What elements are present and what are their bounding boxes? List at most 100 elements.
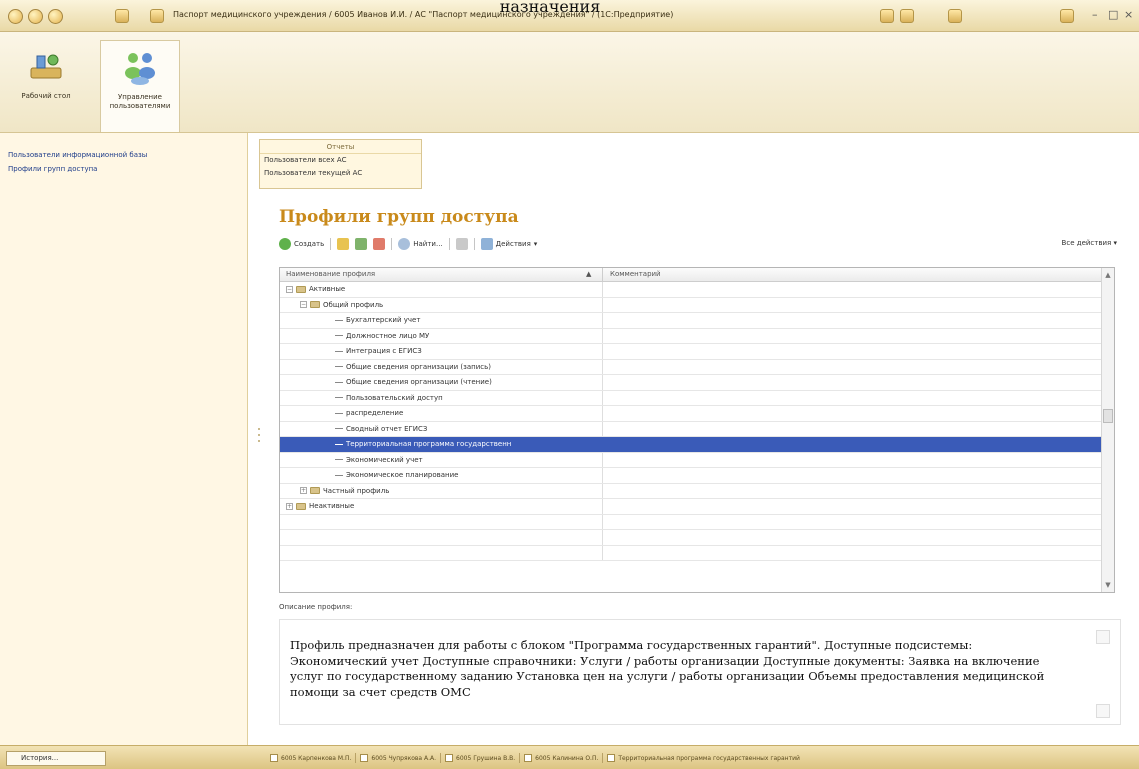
description-scroll-up[interactable] [1096, 630, 1110, 644]
row-label: Активные [309, 285, 346, 293]
sections-ribbon: Рабочий стол Управление пользователями [0, 32, 1139, 133]
table-row-group[interactable]: + Частный профиль [280, 483, 1102, 499]
description-field[interactable]: Профиль предназначен для работы с блоком… [279, 619, 1121, 725]
table-row[interactable]: Сводный отчет ЕГИСЗ [280, 421, 1102, 437]
table-row[interactable]: Территориальная программа государственн [280, 437, 1102, 453]
row-name-cell: Экономическое планирование [314, 471, 458, 479]
app-menu-button[interactable] [8, 9, 23, 24]
table-row[interactable]: Общие сведения организации (чтение) [280, 375, 1102, 391]
toolbar-separator [448, 238, 450, 250]
expand-icon[interactable]: + [286, 502, 293, 510]
row-label: Экономическое планирование [346, 471, 459, 479]
reports-title: Отчеты [260, 140, 421, 154]
header-fragment: назначения [499, 0, 601, 12]
table-row-group[interactable]: − Общий профиль [280, 297, 1102, 313]
table-row[interactable]: Интеграция с ЕГИСЗ [280, 344, 1102, 360]
all-actions-button[interactable]: Все действия ▾ [1062, 239, 1117, 247]
forward-button[interactable] [48, 9, 63, 24]
table-row[interactable]: Общие сведения организации (запись) [280, 359, 1102, 375]
report-link-current-as-users[interactable]: Пользователи текущей АС [260, 167, 421, 180]
report-link-all-as-users[interactable]: Пользователи всех АС [260, 154, 421, 167]
row-label: Неактивные [309, 502, 355, 510]
calc-icon[interactable] [900, 9, 914, 23]
row-name-cell: Интеграция с ЕГИСЗ [314, 347, 422, 355]
open-windows-list: 6005 Карпенкова М.П. 6005 Чупрякова А.А. 6… [270, 753, 800, 763]
reports-panel: Отчеты Пользователи всех АС Пользователи… [259, 139, 422, 189]
sort-icon: ▲ [586, 270, 592, 278]
scroll-down-icon[interactable]: ▼ [1104, 581, 1112, 589]
column-separator [602, 268, 603, 282]
panel-splitter[interactable] [256, 425, 262, 445]
scroll-up-icon[interactable]: ▲ [1104, 271, 1112, 279]
edit-icon[interactable] [337, 238, 350, 250]
row-name-cell: Общие сведения организации (чтение) [314, 378, 492, 386]
window-separator [602, 753, 604, 763]
table-header: Наименование профиля ▲ Комментарий [280, 268, 1102, 282]
nav-link-infobase-users[interactable]: Пользователи информационной базы [0, 148, 247, 162]
item-icon [335, 335, 343, 336]
row-label: Частный профиль [323, 486, 390, 495]
close-button[interactable]: × [1124, 8, 1133, 21]
table-row[interactable]: Должностное лицо МУ [280, 328, 1102, 344]
open-window-tab[interactable]: 6005 Грушина В.В. [445, 753, 515, 763]
copy-icon[interactable] [355, 238, 368, 250]
table-row[interactable]: Экономическое планирование [280, 468, 1102, 484]
column-separator [602, 297, 603, 312]
profiles-table[interactable]: Наименование профиля ▲ Комментарий − Акти… [279, 267, 1115, 593]
history-button[interactable]: История... [6, 751, 106, 766]
open-window-label: 6005 Чупрякова А.А. [371, 754, 437, 762]
table-row[interactable]: распределение [280, 406, 1102, 422]
window-separator [355, 753, 357, 763]
row-label: Интеграция с ЕГИСЗ [346, 347, 422, 355]
empty-row [280, 514, 1102, 530]
notes-icon[interactable] [948, 9, 962, 23]
open-window-tab[interactable]: 6005 Карпенкова М.П. [270, 753, 351, 763]
open-window-label: 6005 Калинина О.П. [535, 754, 599, 762]
column-separator [602, 452, 603, 467]
window-separator [440, 753, 442, 763]
table-row-group[interactable]: − Активные [280, 282, 1102, 298]
column-header-comment[interactable]: Комментарий [610, 270, 661, 278]
cancel-search-icon[interactable] [455, 238, 468, 250]
column-header-name[interactable]: Наименование профиля [286, 270, 375, 278]
window-icon [445, 754, 454, 762]
open-window-label: 6005 Карпенкова М.П. [281, 754, 352, 762]
description-scroll-down[interactable] [1096, 704, 1110, 718]
row-name-cell: + Неактивные [286, 502, 354, 510]
table-row[interactable]: Бухгалтерский учет [280, 313, 1102, 329]
collapse-icon[interactable]: − [300, 301, 307, 308]
delete-icon[interactable] [373, 238, 386, 250]
row-label: Бухгалтерский учет [346, 316, 421, 324]
table-row-group[interactable]: + Неактивные [280, 499, 1102, 515]
find-button[interactable]: Найти... [398, 238, 443, 250]
table-row[interactable]: Пользовательский доступ [280, 390, 1102, 406]
open-window-label: 6005 Грушина В.В. [456, 754, 516, 762]
back-button[interactable] [28, 9, 43, 24]
column-separator [602, 406, 603, 421]
collapse-icon[interactable]: − [286, 285, 293, 293]
help-icon[interactable] [1060, 9, 1074, 23]
open-window-tab[interactable]: Территориальная программа государственны… [607, 753, 800, 763]
row-label: Территориальная программа государственн [346, 440, 512, 448]
create-button[interactable]: Создать [279, 238, 324, 250]
users-icon [121, 49, 159, 87]
star-icon[interactable] [115, 9, 129, 23]
table-row[interactable]: Экономический учет [280, 452, 1102, 468]
section-desktop-label: Рабочий стол [21, 92, 71, 100]
calendar-icon[interactable] [880, 9, 894, 23]
expand-icon[interactable]: + [300, 487, 307, 494]
home-icon[interactable] [150, 9, 164, 23]
restore-button[interactable]: □ [1108, 8, 1118, 21]
column-separator [602, 437, 603, 452]
minimize-button[interactable]: – [1092, 8, 1098, 21]
column-separator [602, 421, 603, 436]
open-window-tab[interactable]: 6005 Чупрякова А.А. [360, 753, 436, 763]
scroll-thumb[interactable] [1103, 409, 1113, 423]
nav-link-access-profiles[interactable]: Профили групп доступа [0, 162, 247, 176]
table-scrollbar[interactable]: ▲ ▼ [1101, 268, 1114, 592]
section-users[interactable]: Управление пользователями [100, 40, 180, 132]
section-desktop[interactable]: Рабочий стол [6, 40, 86, 101]
actions-menu-button[interactable]: Действия ▾ [480, 238, 537, 250]
open-window-tab[interactable]: 6005 Калинина О.П. [524, 753, 598, 763]
item-icon [335, 428, 343, 429]
